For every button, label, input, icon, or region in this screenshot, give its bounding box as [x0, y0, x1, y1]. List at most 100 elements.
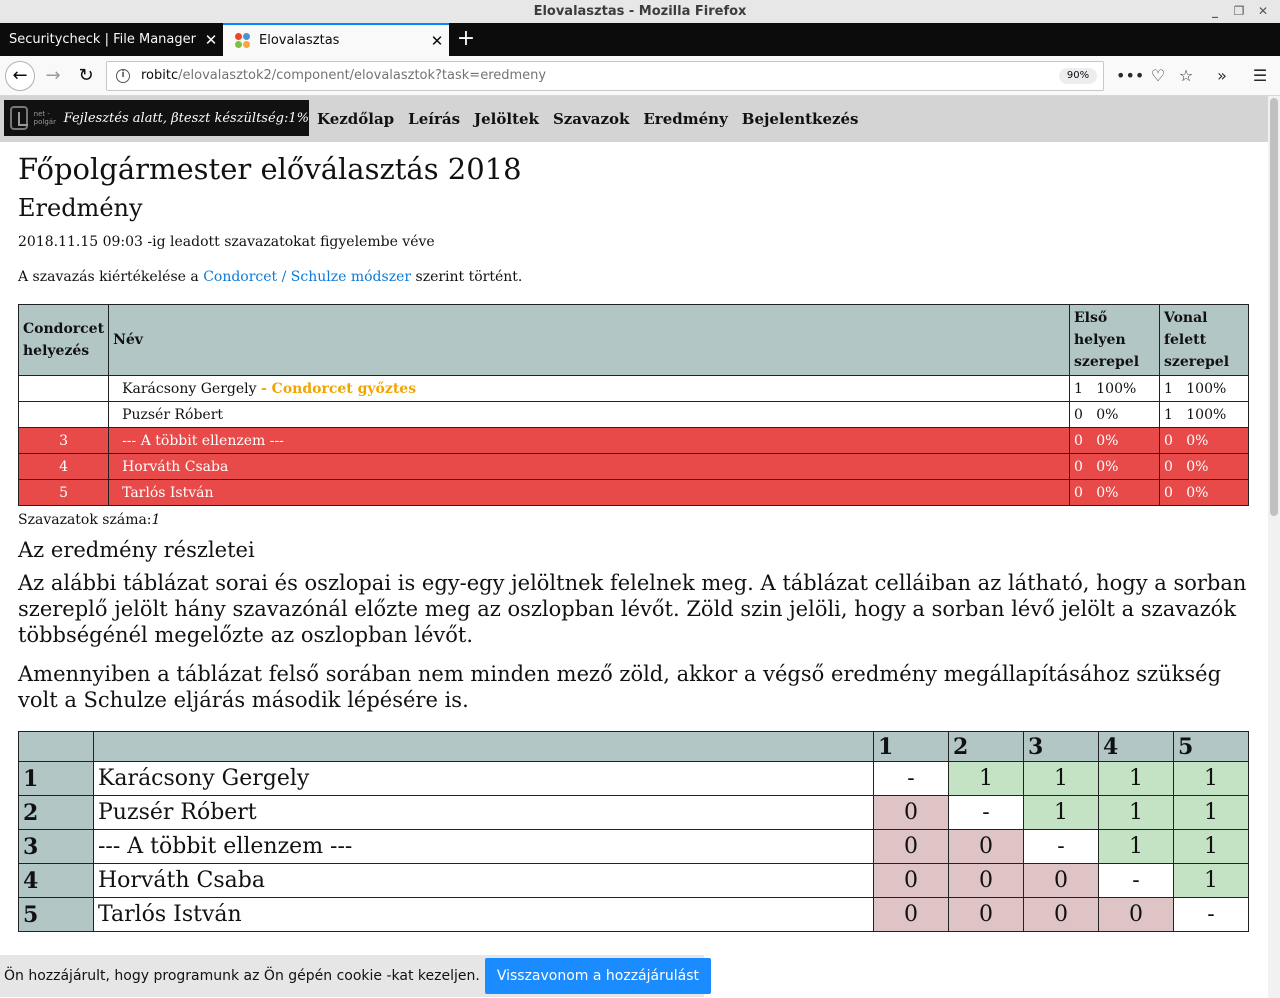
matrix-candidate-name: Tarlós István — [93, 897, 874, 932]
page-scrollbar[interactable] — [1268, 96, 1280, 998]
tab-bar: Securitycheck | File Manager Con ✕ Elova… — [0, 23, 1280, 56]
matrix-cell: 0 — [948, 829, 1024, 864]
matrix-cell: 1 — [1173, 795, 1249, 830]
matrix-cell: 1 — [948, 761, 1024, 796]
matrix-cell: 0 — [873, 863, 949, 898]
pocket-icon[interactable]: ♡ — [1144, 61, 1172, 91]
rank-cell — [17, 375, 110, 402]
menu-item-leiras[interactable]: Leírás — [408, 110, 460, 128]
matrix-cell: 0 — [1023, 897, 1099, 932]
matrix-col-header: 3 — [1023, 731, 1099, 762]
matrix-cell: - — [873, 761, 949, 796]
details-paragraph-1: Az alábbi táblázat sorai és oszlopai is … — [18, 571, 1247, 647]
matrix-candidate-name: Puzsér Róbert — [93, 795, 874, 830]
matrix-candidate-name: Karácsony Gergely — [93, 761, 874, 796]
matrix-rank: 4 — [18, 863, 94, 898]
tab-securitycheck[interactable]: Securitycheck | File Manager Con ✕ — [0, 23, 223, 56]
back-button[interactable]: ← — [5, 61, 35, 91]
page-viewport: net - polgár Fejlesztés alatt, βteszt ké… — [0, 96, 1268, 998]
matrix-col-header: 5 — [1173, 731, 1249, 762]
matrix-rank: 2 — [18, 795, 94, 830]
matrix-cell: 1 — [1173, 863, 1249, 898]
menu-item-bejelentkezes[interactable]: Bejelentkezés — [742, 110, 859, 128]
scrollbar-thumb[interactable] — [1270, 98, 1278, 516]
matrix-cell: 0 — [873, 795, 949, 830]
minimize-icon[interactable]: _ — [1208, 0, 1222, 23]
rank-cell — [17, 401, 110, 428]
logo-tagline: Fejlesztés alatt, βteszt készültség:1% — [63, 110, 309, 126]
matrix-col-header: 1 — [873, 731, 949, 762]
reload-button[interactable]: ↻ — [71, 61, 101, 91]
tab-elovalasztas[interactable]: Elovalasztas ✕ — [223, 23, 449, 56]
details-paragraph-2: Amennyiben a táblázat felső sorában nem … — [18, 662, 1222, 712]
condorcet-winner-label: - Condorcet győztes — [261, 380, 417, 397]
page-actions-icon[interactable]: ••• — [1116, 61, 1144, 91]
matrix-row: 1 Karácsony Gergely - 1 1 1 1 — [18, 761, 1249, 796]
matrix-row: 5 Tarlós István 0 0 0 0 - — [18, 897, 1249, 932]
candidate-name-cell: Puzsér Róbert — [108, 401, 1070, 428]
method-note: A szavazás kiértékelése a Condorcet / Sc… — [18, 269, 523, 285]
hamburger-menu-icon[interactable]: ☰ — [1246, 61, 1274, 91]
vote-count: Szavazatok száma:1 — [18, 512, 161, 528]
menu-item-jeloltek[interactable]: Jelöltek — [474, 110, 539, 128]
menu-item-eredmeny[interactable]: Eredmény — [643, 110, 727, 128]
col-header-first-place: Első helyen szerepel — [1069, 304, 1160, 376]
col-header-above-line: Vonal felett szerepel — [1159, 304, 1249, 376]
matrix-cell: - — [1023, 829, 1099, 864]
maximize-icon[interactable]: ❐ — [1232, 0, 1246, 23]
matrix-cell: 1 — [1098, 829, 1174, 864]
matrix-cell: 1 — [1173, 761, 1249, 796]
matrix-cell: 1 — [1098, 761, 1174, 796]
details-heading: Az eredmény részletei — [18, 538, 255, 562]
above-line-cell: 1 100% — [1159, 375, 1249, 402]
matrix-candidate-name: --- A többit ellenzem --- — [93, 829, 874, 864]
matrix-cell: - — [1098, 863, 1174, 898]
results-table: Condorcet helyezés Név Első helyen szerepel… — [17, 304, 1249, 506]
rank-cell: 3 — [17, 427, 110, 454]
logo-brand-text: net - polgár — [33, 110, 56, 126]
page-subtitle: Eredmény — [18, 194, 143, 222]
navigation-toolbar: ← → ↻ i robitc/elovalasztok2/component/e… — [0, 56, 1280, 96]
matrix-col-header: 2 — [948, 731, 1024, 762]
matrix-cell: 0 — [1098, 897, 1174, 932]
close-window-icon[interactable]: ✕ — [1256, 0, 1270, 23]
col-header-rank: Condorcet helyezés — [17, 304, 110, 376]
table-row: Karácsony Gergely - Condorcet győztes 1 … — [17, 375, 1249, 402]
matrix-rank: 1 — [18, 761, 94, 796]
site-info-icon[interactable]: i — [116, 69, 130, 83]
tab-close-icon[interactable]: ✕ — [425, 32, 449, 50]
menu-item-szavazok[interactable]: Szavazok — [553, 110, 629, 128]
col-header-name: Név — [108, 304, 1070, 376]
revoke-consent-button[interactable]: Visszavonom a hozzájárulást — [484, 958, 711, 994]
overflow-chevron-icon[interactable]: » — [1208, 61, 1236, 91]
matrix-cell: 0 — [948, 863, 1024, 898]
forward-button[interactable]: → — [38, 61, 68, 91]
page-title: Főpolgármester előválasztás 2018 — [18, 152, 522, 186]
tab-label: Elovalasztas — [259, 33, 340, 48]
matrix-cell: 1 — [1173, 829, 1249, 864]
matrix-name-header — [93, 731, 874, 762]
joomla-favicon-icon — [235, 32, 251, 49]
matrix-rank: 5 — [18, 897, 94, 932]
table-row: Puzsér Róbert 0 0% 1 100% — [17, 401, 1249, 428]
matrix-cell: 0 — [948, 897, 1024, 932]
first-place-cell: 1 100% — [1069, 375, 1160, 402]
tab-close-icon[interactable]: ✕ — [199, 31, 223, 49]
url-text[interactable]: robitc/elovalasztok2/component/elovalasz… — [141, 62, 546, 90]
above-line-cell: 0 0% — [1159, 427, 1249, 454]
new-tab-icon[interactable]: + — [452, 23, 480, 56]
method-link[interactable]: Condorcet / Schulze módszer — [203, 269, 411, 285]
site-logo[interactable]: net - polgár Fejlesztés alatt, βteszt ké… — [4, 100, 309, 136]
candidate-name-cell: --- A többit ellenzem --- — [108, 427, 1070, 454]
matrix-cell: 0 — [1023, 863, 1099, 898]
matrix-cell: 1 — [1023, 761, 1099, 796]
zoom-level-badge[interactable]: 90% — [1059, 68, 1097, 84]
url-bar[interactable]: i robitc/elovalasztok2/component/elovala… — [106, 61, 1104, 91]
matrix-cell: 1 — [1023, 795, 1099, 830]
window-titlebar: Elovalasztas - Mozilla Firefox _ ❐ ✕ — [0, 0, 1280, 23]
menu-item-kezdolap[interactable]: Kezdőlap — [317, 110, 394, 128]
matrix-candidate-name: Horváth Csaba — [93, 863, 874, 898]
matrix-row: 2 Puzsér Róbert 0 - 1 1 1 — [18, 795, 1249, 830]
matrix-corner — [18, 731, 94, 762]
bookmark-star-icon[interactable]: ☆ — [1172, 61, 1200, 91]
